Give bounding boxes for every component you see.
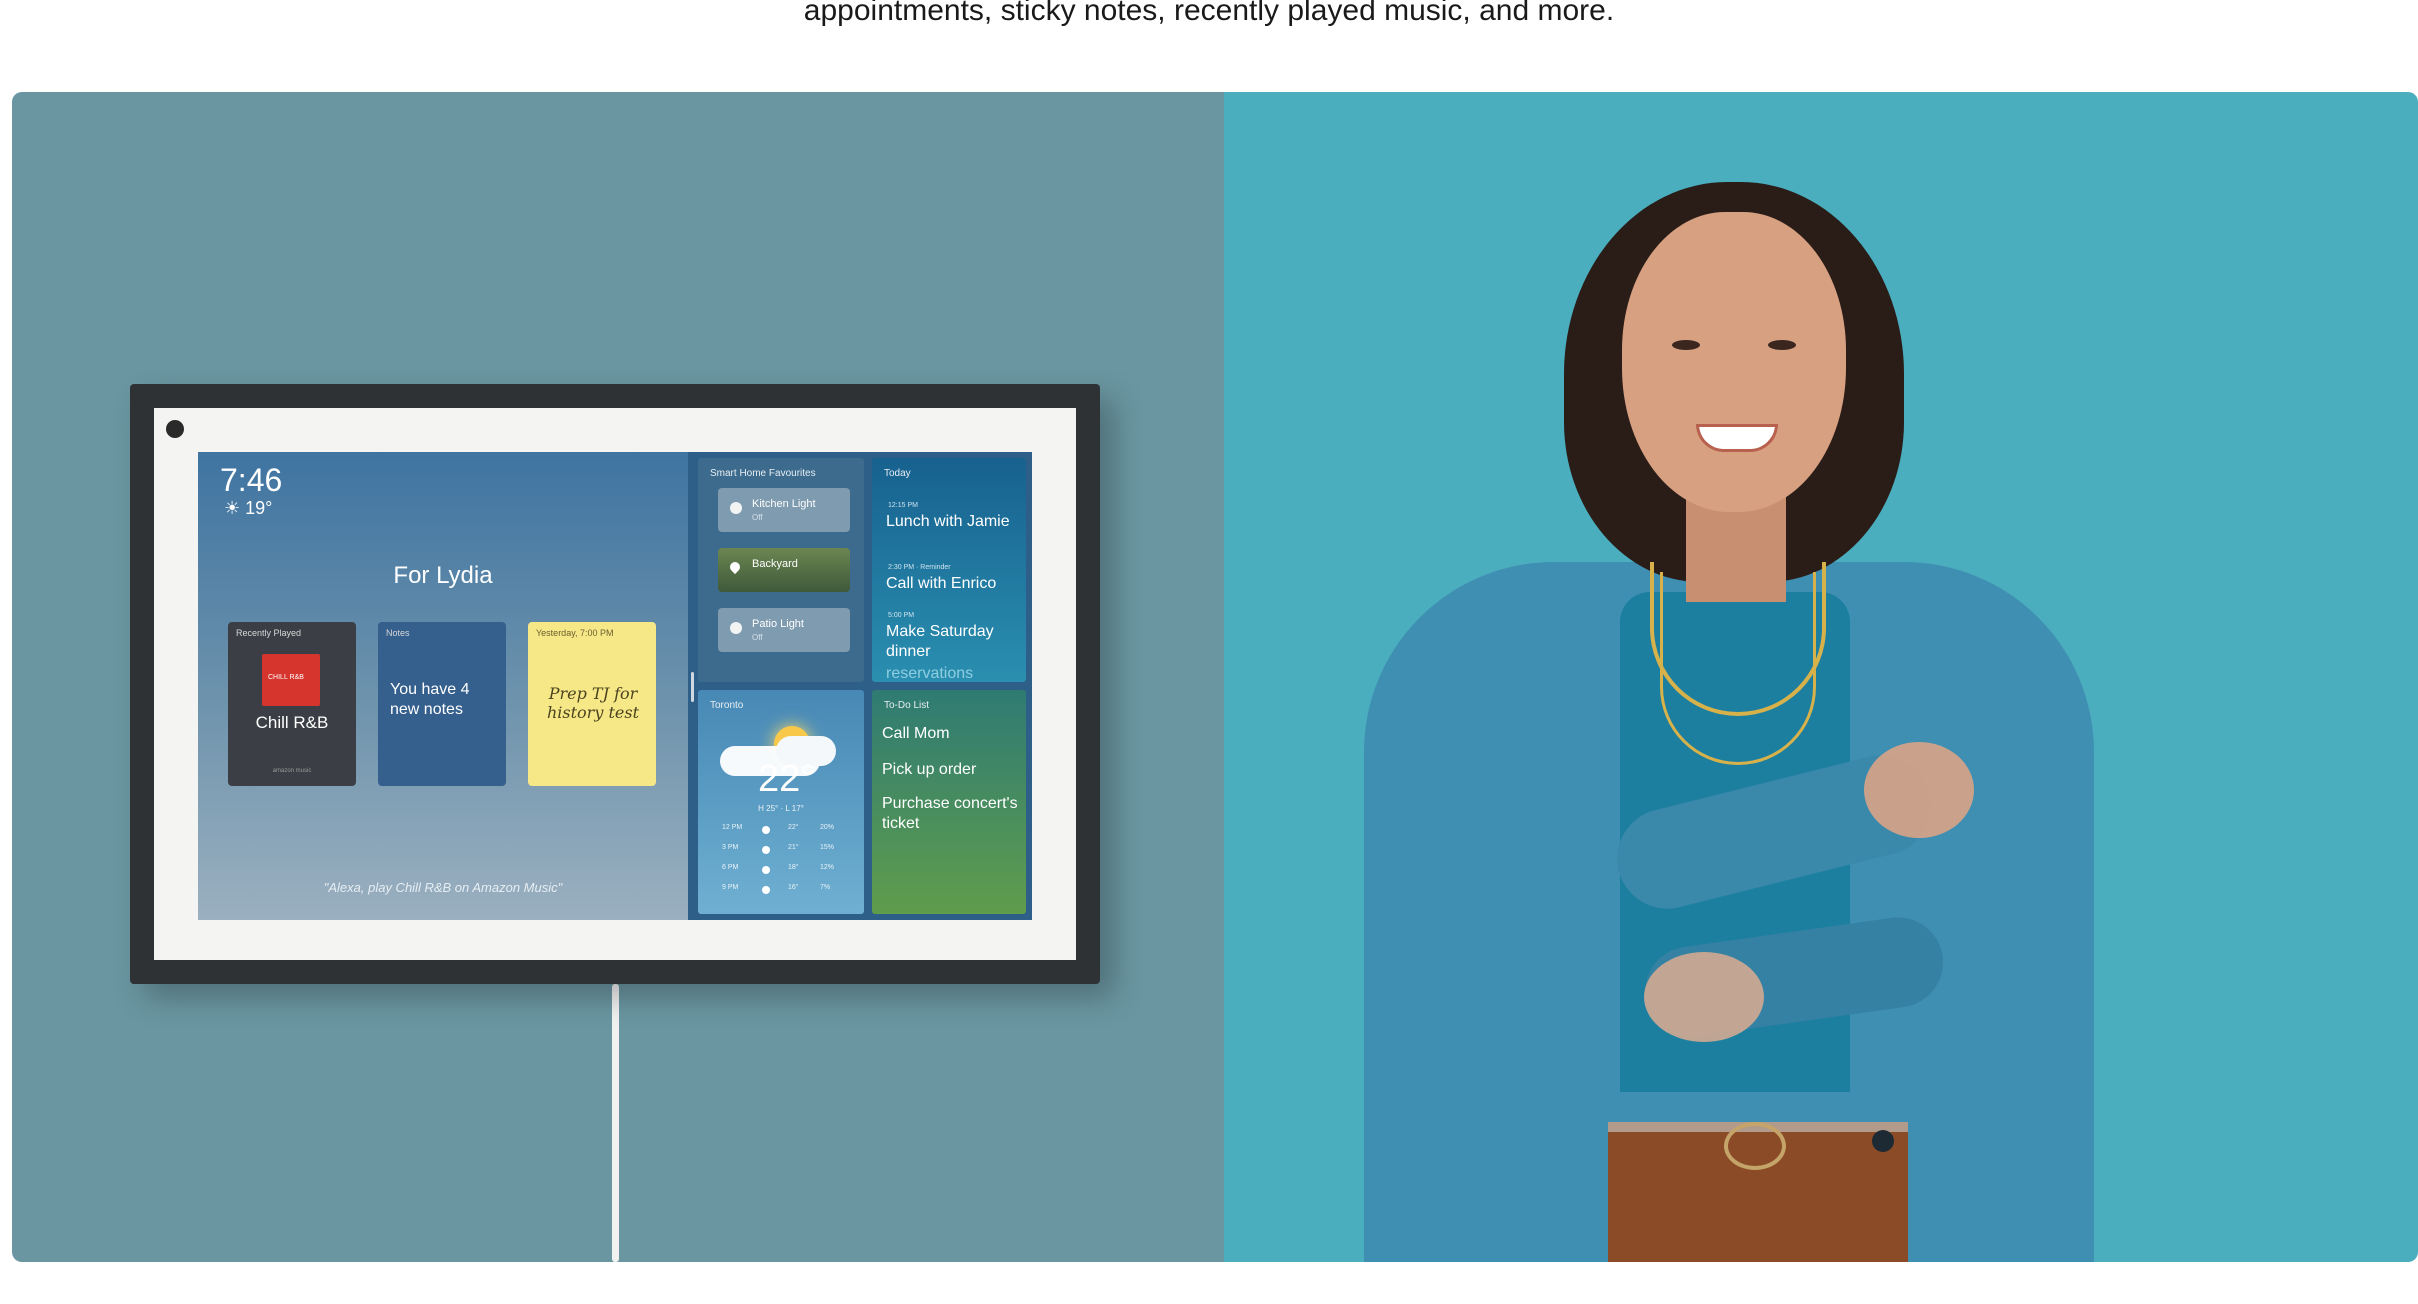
presenter-face: [1622, 212, 1846, 512]
section-caption: appointments, sticky notes, recently pla…: [803, 0, 1615, 27]
forecast-precip: 7%: [820, 884, 831, 891]
device-bezel: 7:46 ☀ 19° For Lydia Recently Played CHI…: [154, 408, 1076, 960]
todo-item[interactable]: Pick up order: [882, 760, 1020, 780]
event-time: 12:15 PM: [888, 502, 918, 509]
home-screen: 7:46 ☀ 19° For Lydia Recently Played CHI…: [198, 452, 688, 920]
backyard-camera[interactable]: Backyard: [718, 548, 850, 592]
forecast-time: 12 PM: [722, 824, 743, 831]
todo-widget[interactable]: To-Do List Call Mom Pick up order Purcha…: [872, 690, 1026, 914]
forecast-precip: 15%: [820, 844, 835, 851]
recently-played-card[interactable]: Recently Played CHILL R&B Chill R&B amaz…: [228, 622, 356, 786]
sticky-note-card[interactable]: Yesterday, 7:00 PM Prep TJ for history t…: [528, 622, 656, 786]
music-brand: amazon music: [272, 768, 312, 774]
feature-video[interactable]: 7:46 ☀ 19° For Lydia Recently Played CHI…: [12, 92, 2418, 1262]
event-title: Call with Enrico: [886, 575, 997, 592]
event-title-overflow: reservations: [886, 665, 974, 682]
forecast-temp: 18°: [788, 864, 799, 871]
jacket-button: [1872, 1130, 1894, 1152]
event-time: 2:30 PM · Reminder: [888, 564, 951, 571]
patio-light-toggle[interactable]: Patio Light Off: [718, 608, 850, 652]
weather-widget[interactable]: Toronto 22° H 25° · L 17° 12 PM 22° 20%: [698, 690, 864, 914]
bulb-icon: [730, 622, 742, 634]
today-widget[interactable]: Today 12:15 PM Lunch with Jamie 2:30 PM …: [872, 458, 1026, 682]
forecast-time: 9 PM: [722, 884, 739, 891]
presenter-eye: [1672, 340, 1700, 350]
presenter-eye: [1768, 340, 1796, 350]
weather-temperature: 22°: [758, 758, 816, 800]
weather-range: H 25° · L 17°: [758, 804, 804, 813]
album-tag: CHILL R&B: [268, 674, 304, 681]
presenter-hand: [1644, 952, 1764, 1042]
event-title: Make Saturday dinner: [886, 623, 994, 660]
notes-card[interactable]: Notes You have 4 new notes: [378, 622, 506, 786]
notes-count: You have 4 new notes: [390, 681, 470, 718]
forecast-time: 6 PM: [722, 864, 739, 871]
sun-icon: [762, 826, 770, 834]
device-panel: 7:46 ☀ 19° For Lydia Recently Played CHI…: [12, 92, 1224, 1262]
forecast-precip: 20%: [820, 824, 835, 831]
cloud-icon: [762, 886, 770, 894]
device-state: Off: [752, 513, 763, 522]
device-name: Patio Light: [752, 618, 804, 630]
forecast-temp: 16°: [788, 884, 799, 891]
device-name: Backyard: [752, 558, 798, 570]
presenter-image: [1224, 92, 2418, 1262]
forecast-row: 3 PM 21° 15%: [722, 844, 842, 858]
todo-item[interactable]: Purchase concert's ticket: [882, 794, 1020, 834]
forecast-row: 6 PM 18° 12%: [722, 864, 842, 878]
bulb-icon: [730, 502, 742, 514]
presenter-hand: [1864, 742, 1974, 838]
greeting: For Lydia: [393, 562, 493, 589]
camera-icon: [166, 420, 184, 438]
device-name: Kitchen Light: [752, 498, 816, 510]
current-temperature: ☀ 19°: [224, 498, 273, 518]
necklace: [1660, 572, 1816, 765]
cloud-icon: [762, 866, 770, 874]
widget-label: Toronto: [710, 700, 744, 711]
forecast-time: 3 PM: [722, 844, 739, 851]
kitchen-light-toggle[interactable]: Kitchen Light Off: [718, 488, 850, 532]
device-screen: 7:46 ☀ 19° For Lydia Recently Played CHI…: [198, 452, 1032, 920]
card-label: Recently Played: [236, 628, 302, 638]
widget-label: Smart Home Favourites: [710, 468, 816, 479]
widget-label: Today: [884, 468, 911, 479]
voice-hint: "Alexa, play Chill R&B on Amazon Music": [323, 880, 563, 895]
playlist-title: Chill R&B: [255, 713, 329, 732]
presenter-panel: [1224, 92, 2418, 1262]
sticky-note-text: Prep TJ for history test: [546, 684, 639, 722]
clock: 7:46: [220, 462, 283, 498]
todo-item[interactable]: Call Mom: [882, 724, 1020, 744]
device-state: Off: [752, 633, 763, 642]
forecast-temp: 21°: [788, 844, 799, 851]
event-time: 5:00 PM: [888, 612, 915, 619]
forecast-temp: 22°: [788, 824, 799, 831]
card-label: Notes: [386, 628, 410, 638]
forecast-precip: 12%: [820, 864, 835, 871]
event-title: Lunch with Jamie: [886, 513, 1010, 530]
echo-show-device: 7:46 ☀ 19° For Lydia Recently Played CHI…: [130, 384, 1100, 984]
power-cord: [612, 984, 619, 1262]
card-label: Yesterday, 7:00 PM: [536, 628, 614, 638]
cloud-icon: [762, 846, 770, 854]
drag-handle[interactable]: [691, 672, 694, 702]
smart-home-widget[interactable]: Smart Home Favourites Kitchen Light Off …: [698, 458, 864, 682]
forecast-row: 9 PM 16° 7%: [722, 884, 842, 898]
widget-label: To-Do List: [884, 700, 930, 711]
belt-buckle: [1724, 1122, 1786, 1170]
forecast-row: 12 PM 22° 20%: [722, 824, 842, 838]
location-pin-icon: [727, 559, 743, 575]
